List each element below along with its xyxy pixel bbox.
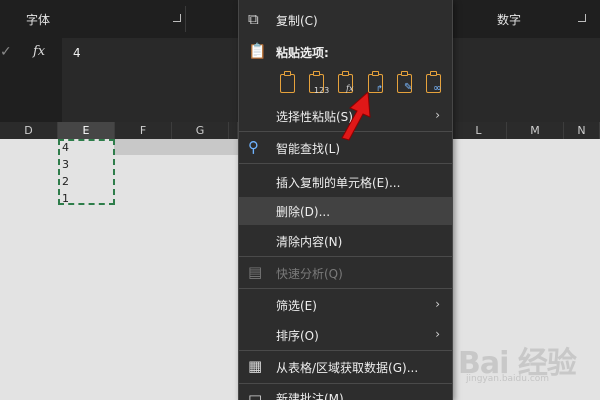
menu-separator [239,256,452,257]
copy-icon: ⧉ [248,10,259,28]
menu-item-quick-analysis: ▤ 快速分析(Q) [239,259,452,287]
column-header-h[interactable] [229,122,238,139]
column-header-f[interactable]: F [115,122,172,139]
menu-item-quick-analysis-label: 快速分析(Q) [276,267,343,281]
gridline [172,139,173,400]
chevron-right-icon: › [435,327,440,341]
menu-item-new-comment-label: 新建批注(M) [276,392,344,400]
menu-item-filter-label: 筛选(E) [276,299,317,313]
column-header-l[interactable]: L [451,122,507,139]
search-icon: ⚲ [248,138,259,156]
menu-item-copy[interactable]: ⧉ 复制(C) [239,6,452,34]
menu-item-clear-contents[interactable]: 清除内容(N) [239,227,452,255]
menu-item-new-comment[interactable]: ▭ 新建批注(M) [239,386,452,400]
paste-button[interactable] [277,70,301,98]
menu-item-sort[interactable]: 排序(O) › [239,321,452,349]
ribbon-group-number: 数字 [497,13,522,27]
menu-item-get-data-label: 从表格/区域获取数据(G)... [276,361,419,375]
paste-formatting-button[interactable]: ✎ [394,70,418,98]
paste-icon [280,74,295,93]
paste-link-button[interactable]: ∞ [423,70,447,98]
menu-item-copy-label: 复制(C) [276,14,318,28]
menu-item-insert-copied-label: 插入复制的单元格(E)... [276,176,401,190]
column-header-e[interactable]: E [58,122,115,139]
menu-item-delete-label: 删除(D)... [276,205,331,219]
ribbon-separator [185,6,186,32]
quick-analysis-icon: ▤ [248,263,263,281]
watermark-url: jingyan.baidu.com [466,374,550,384]
menu-item-clear-contents-label: 清除内容(N) [276,235,343,249]
transpose-arrow-icon: ↱ [376,84,383,93]
chevron-right-icon: › [435,297,440,311]
clipboard-icon: 📋 [248,42,267,60]
formula-input[interactable]: 4 [73,46,81,60]
font-dialog-launcher-icon[interactable] [173,14,181,22]
menu-item-smart-lookup-label: 智能查找(L) [276,142,341,156]
column-header-g[interactable]: G [172,122,229,139]
link-icon: ∞ [433,83,442,94]
paste-options-title: 粘贴选项: [276,46,329,60]
checkmark-icon[interactable]: ✓ [0,44,12,60]
gridline [229,139,230,400]
number-dialog-launcher-icon[interactable] [578,14,586,22]
annotation-arrow-icon [341,92,371,141]
copy-marquee [58,139,115,205]
formula-bar-controls: ✓ fx [0,38,62,122]
insert-function-icon[interactable]: fx [33,44,45,59]
menu-separator [239,350,452,351]
menu-item-filter[interactable]: 筛选(E) › [239,291,452,319]
context-menu: ⧉ 复制(C) 📋 粘贴选项: 123 fx ↱ ✎ ∞ 选择性粘贴(S) › … [238,0,453,400]
menu-item-sort-label: 排序(O) [276,329,319,343]
paste-options-header: 📋 粘贴选项: [239,38,452,66]
paste-values-sub: 123 [314,86,330,95]
menu-item-get-data[interactable]: ▦ 从表格/区域获取数据(G)... [239,353,452,381]
menu-separator [239,383,452,384]
table-icon: ▦ [248,357,263,375]
selected-row-band [114,139,238,155]
ribbon-group-font: 字体 [26,13,51,27]
menu-item-delete[interactable]: 删除(D)... [239,197,452,225]
column-header-n[interactable]: N [564,122,600,139]
column-header-d[interactable]: D [0,122,58,139]
paste-values-button[interactable]: 123 [306,70,330,98]
menu-item-insert-copied[interactable]: 插入复制的单元格(E)... [239,168,452,196]
gridline [115,139,116,400]
chevron-right-icon: › [435,108,440,122]
menu-separator [239,163,452,164]
brush-icon: ✎ [404,82,413,93]
column-header-m[interactable]: M [507,122,564,139]
menu-separator [239,288,452,289]
comment-icon: ▭ [248,388,263,400]
